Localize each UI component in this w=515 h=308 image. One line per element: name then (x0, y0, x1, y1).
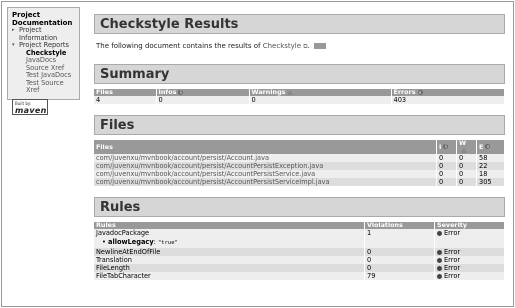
warning-icon (287, 89, 294, 95)
rule-name: Translation (94, 256, 365, 264)
rule-severity: Error (434, 256, 505, 264)
files-table: Files Ii W E ✕ com/juvenxu/mvnbook/accoun… (94, 140, 505, 186)
file-infos: 0 (436, 170, 457, 178)
sidebar-item-project-reports[interactable]: ▾ Project Reports (12, 41, 75, 50)
table-row: com/juvenxu/mvnbook/account/persist/Acco… (94, 170, 505, 178)
table-row: JavadocPackage • allowLegacy: "true" 1 E… (94, 229, 505, 248)
checkstyle-link[interactable]: Checkstyle (263, 42, 301, 50)
chevron-down-icon: ▾ (12, 42, 15, 48)
summary-col-errors: Errors ✕ (391, 89, 505, 96)
rule-severity: Error (434, 272, 505, 280)
file-warnings: 0 (456, 178, 477, 186)
file-errors: 305 (476, 178, 505, 186)
files-col-w: W (456, 140, 477, 154)
file-warnings: 0 (456, 170, 477, 178)
intro-paragraph: The following document contains the resu… (96, 42, 505, 51)
rule-violations: 1 (364, 229, 435, 248)
rule-severity: Error (434, 264, 505, 272)
file-link[interactable]: com/juvenxu/mvnbook/account/persist/Acco… (94, 170, 437, 178)
file-link[interactable]: com/juvenxu/mvnbook/account/persist/Acco… (94, 162, 437, 170)
error-icon (437, 230, 442, 236)
file-infos: 0 (436, 154, 457, 162)
file-infos: 0 (436, 178, 457, 186)
error-icon: ✕ (417, 89, 423, 95)
files-col-e: E ✕ (476, 140, 505, 154)
page-frame: Project Documentation ▸ Project Informat… (1, 1, 514, 307)
external-link-icon: ⧉ (303, 43, 308, 50)
file-infos: 0 (436, 162, 457, 170)
sidebar-subitem-test-source-xref[interactable]: Test Source Xref (12, 79, 75, 95)
error-icon: ✕ (485, 144, 491, 149)
files-col-files: Files (94, 140, 437, 154)
file-warnings: 0 (456, 154, 477, 162)
maven-logo-text: maven (15, 105, 47, 115)
file-link[interactable]: com/juvenxu/mvnbook/account/persist/Acco… (94, 154, 437, 162)
info-icon: i (443, 144, 449, 149)
error-icon (437, 273, 442, 279)
info-icon: i (178, 89, 184, 95)
built-by-maven-logo[interactable]: Built by: maven (12, 98, 48, 115)
rss-icon[interactable] (314, 43, 327, 49)
rules-header-row: Rules Violations Severity (94, 222, 505, 229)
table-row: com/juvenxu/mvnbook/account/persist/Acco… (94, 178, 505, 186)
rules-col-violations: Violations (364, 222, 435, 229)
summary-col-infos: Infos i (156, 89, 250, 96)
summary-infos-value: 0 (156, 96, 250, 104)
rule-name: JavadocPackage (96, 229, 150, 237)
rule-name: FileTabCharacter (94, 272, 365, 280)
rule-property: • allowLegacy: "true" (102, 238, 178, 246)
error-icon (437, 265, 442, 271)
page-title: Checkstyle Results (94, 14, 505, 34)
sidebar-heading: Project Documentation (12, 11, 73, 27)
summary-errors-value: 403 (391, 96, 505, 104)
table-row: com/juvenxu/mvnbook/account/persist/Acco… (94, 154, 505, 162)
table-row: 4 0 0 403 (94, 96, 505, 104)
summary-warnings-value: 0 (249, 96, 392, 104)
rule-violations: 0 (364, 264, 435, 272)
error-icon (437, 257, 442, 263)
table-row: FileLength 0 Error (94, 264, 505, 272)
main-content: Checkstyle Results The following documen… (94, 14, 505, 280)
rules-col-rules: Rules (94, 222, 365, 229)
summary-header-row: Files Infos i Warnings Errors ✕ (94, 89, 505, 96)
rules-header: Rules (94, 197, 505, 217)
file-link[interactable]: com/juvenxu/mvnbook/account/persist/Acco… (94, 178, 437, 186)
chevron-right-icon: ▸ (12, 27, 15, 33)
table-row: NewlineAtEndOfFile 0 Error (94, 248, 505, 256)
rules-table: Rules Violations Severity JavadocPackage… (94, 222, 505, 280)
rule-severity: Error (434, 229, 505, 248)
rule-name: NewlineAtEndOfFile (94, 248, 365, 256)
rules-col-severity: Severity (434, 222, 505, 229)
warning-icon (461, 147, 467, 153)
files-header-row: Files Ii W E ✕ (94, 140, 505, 154)
sidebar-nav: Project Documentation ▸ Project Informat… (7, 7, 80, 115)
table-row: Translation 0 Error (94, 256, 505, 264)
sidebar-item-project-information[interactable]: ▸ Project Information (12, 26, 75, 42)
rule-cell: JavadocPackage • allowLegacy: "true" (94, 229, 365, 248)
files-col-i: Ii (436, 140, 457, 154)
file-warnings: 0 (456, 162, 477, 170)
summary-table: Files Infos i Warnings Errors ✕ 4 0 0 403 (94, 89, 505, 104)
rule-severity: Error (434, 248, 505, 256)
table-row: com/juvenxu/mvnbook/account/persist/Acco… (94, 162, 505, 170)
rule-violations: 0 (364, 248, 435, 256)
sidebar-item-label: Project Information (19, 26, 58, 42)
summary-col-warnings: Warnings (249, 89, 392, 96)
rule-violations: 79 (364, 272, 435, 280)
rule-property-value: "true" (157, 240, 178, 246)
files-header: Files (94, 115, 505, 135)
rule-violations: 0 (364, 256, 435, 264)
file-errors: 18 (476, 170, 505, 178)
summary-files-value: 4 (94, 96, 157, 104)
summary-header: Summary (94, 64, 505, 84)
sidebar-item-label: Project Reports (19, 41, 69, 49)
rule-property-name: allowLegacy (108, 238, 154, 246)
file-errors: 58 (476, 154, 505, 162)
summary-col-files: Files (94, 89, 157, 96)
table-row: FileTabCharacter 79 Error (94, 272, 505, 280)
intro-text: The following document contains the resu… (96, 42, 261, 50)
file-errors: 22 (476, 162, 505, 170)
rule-name: FileLength (94, 264, 365, 272)
error-icon (437, 249, 442, 255)
